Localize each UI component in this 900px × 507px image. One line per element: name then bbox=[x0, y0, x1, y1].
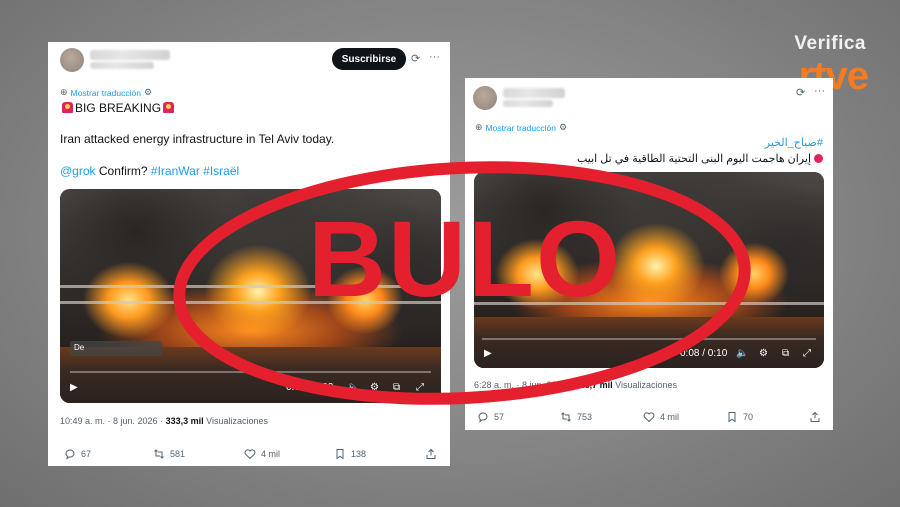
heart-icon bbox=[244, 449, 256, 460]
share-button[interactable] bbox=[425, 448, 437, 460]
reply-count: 57 bbox=[494, 412, 505, 422]
picture-in-picture-icon[interactable]: ⧉ bbox=[782, 348, 789, 360]
video-progress-bar[interactable] bbox=[482, 338, 816, 340]
show-translation-label: Mostrar traducción bbox=[70, 87, 141, 98]
timestamp-text: 6:28 a. m. · 8 jun. 2026 · bbox=[474, 380, 575, 390]
views-label: Visualizaciones bbox=[615, 380, 677, 390]
like-count: 4 mil bbox=[261, 449, 281, 459]
confirm-text: Confirm? bbox=[98, 164, 148, 178]
blurred-display-name bbox=[90, 50, 170, 60]
red-circle-emoji-icon bbox=[814, 154, 823, 163]
play-icon[interactable]: ▶ bbox=[70, 382, 78, 394]
like-button[interactable]: 4 mil bbox=[244, 448, 280, 460]
siren-emoji-icon bbox=[62, 102, 73, 113]
like-count: 4 mil bbox=[660, 412, 680, 422]
reply-icon bbox=[65, 449, 75, 460]
show-translation-label: Mostrar traducción bbox=[485, 122, 556, 133]
avatar[interactable] bbox=[60, 48, 84, 72]
gear-icon[interactable]: ⚙ bbox=[144, 87, 152, 98]
share-icon bbox=[810, 411, 820, 422]
views-label: Visualizaciones bbox=[206, 416, 268, 426]
timestamp-text: 10:49 a. m. · 8 jun. 2026 · bbox=[60, 416, 166, 426]
bookmark-count: 70 bbox=[743, 412, 754, 422]
bulo-stamp-text: BULO bbox=[308, 198, 622, 319]
views-count: 333,3 mil bbox=[165, 416, 204, 426]
hashtag-link[interactable]: #IranWar bbox=[151, 164, 200, 178]
repost-icon bbox=[561, 412, 571, 422]
more-options-icon[interactable]: ··· bbox=[429, 51, 440, 63]
repost-count: 753 bbox=[577, 412, 593, 422]
repost-count: 581 bbox=[170, 449, 186, 459]
tweet-timestamp: 10:49 a. m. · 8 jun. 2026 · 333,3 mil Vi… bbox=[60, 416, 268, 426]
globe-icon: ⊕ bbox=[60, 87, 68, 97]
tweet-timestamp: 6:28 a. m. · 8 jun. 2026 · 128,7 mil Vis… bbox=[474, 380, 677, 390]
verifica-wordmark: Verifica bbox=[794, 33, 866, 54]
globe-icon: ⊕ bbox=[475, 122, 483, 132]
play-icon[interactable]: ▶ bbox=[484, 348, 492, 360]
grok-mention-link[interactable]: @grok bbox=[60, 164, 96, 178]
reply-count: 67 bbox=[81, 449, 92, 459]
heart-icon bbox=[643, 412, 655, 423]
show-translation-link[interactable]: ⊕ Mostrar traducción ⚙ bbox=[60, 87, 152, 98]
avatar[interactable] bbox=[473, 86, 497, 110]
heading-text: BIG BREAKING bbox=[75, 101, 162, 115]
views-count: 128,7 mil bbox=[574, 380, 613, 390]
subscribe-button[interactable]: Suscribirse bbox=[332, 48, 406, 70]
bookmark-icon bbox=[728, 412, 736, 423]
fullscreen-icon[interactable]: ⤢ bbox=[803, 348, 811, 360]
arabic-hashtag-link[interactable]: #صباح_الخير bbox=[765, 136, 823, 149]
repost-button[interactable]: 581 bbox=[153, 448, 185, 460]
reply-button[interactable]: 67 bbox=[64, 448, 91, 460]
volume-icon[interactable]: 🔈 bbox=[347, 382, 359, 394]
siren-emoji-icon bbox=[163, 102, 175, 113]
hashtag-link[interactable]: #Israël bbox=[203, 164, 239, 178]
bookmark-button[interactable]: 70 bbox=[726, 411, 753, 423]
bookmark-icon bbox=[336, 449, 344, 460]
more-options-icon[interactable]: ··· bbox=[814, 85, 825, 97]
arabic-tweet-body: إيران هاجمت اليوم البنى التحتية الطاقية … bbox=[577, 152, 823, 165]
share-button[interactable] bbox=[809, 411, 821, 423]
tweet-mentions: @grok Confirm? #IranWar #Israël bbox=[60, 164, 239, 179]
reply-icon bbox=[478, 412, 488, 423]
tweet-actions: 67 581 4 mil 138 bbox=[48, 448, 450, 462]
blurred-display-name bbox=[503, 88, 565, 98]
bookmark-count: 138 bbox=[351, 449, 367, 459]
video-time: 0:08 / 0:10 bbox=[680, 348, 728, 359]
blurred-handle bbox=[90, 62, 154, 69]
tweet-heading: BIG BREAKING bbox=[60, 101, 176, 116]
grok-icon[interactable]: ⟳ bbox=[796, 87, 805, 99]
like-button[interactable]: 4 mil bbox=[643, 411, 679, 423]
fullscreen-icon[interactable]: ⤢ bbox=[416, 382, 424, 394]
video-frame-ground bbox=[474, 317, 824, 368]
blurred-handle bbox=[503, 100, 553, 107]
video-progress-bar[interactable] bbox=[70, 371, 431, 373]
settings-icon[interactable]: ⚙ bbox=[370, 382, 379, 394]
bookmark-button[interactable]: 138 bbox=[334, 448, 366, 460]
picture-in-picture-icon[interactable]: ⧉ bbox=[393, 382, 400, 394]
video-caption-label: De bbox=[70, 341, 162, 356]
show-translation-link[interactable]: ⊕ Mostrar traducción ⚙ bbox=[475, 122, 567, 133]
repost-button[interactable]: 753 bbox=[560, 411, 592, 423]
share-icon bbox=[426, 448, 436, 459]
volume-icon[interactable]: 🔈 bbox=[736, 348, 748, 360]
arabic-body-text: إيران هاجمت اليوم البنى التحتية الطاقية … bbox=[577, 153, 811, 165]
settings-icon[interactable]: ⚙ bbox=[759, 348, 768, 360]
grok-icon[interactable]: ⟳ bbox=[411, 53, 420, 65]
video-time: 0:03 / 0:22 bbox=[286, 382, 334, 393]
repost-icon bbox=[154, 449, 164, 459]
tweet-body-line: Iran attacked energy infrastructure in T… bbox=[60, 132, 335, 146]
tweet-actions: 57 753 4 mil 70 bbox=[465, 411, 833, 425]
reply-button[interactable]: 57 bbox=[477, 411, 504, 423]
gear-icon[interactable]: ⚙ bbox=[559, 122, 567, 133]
